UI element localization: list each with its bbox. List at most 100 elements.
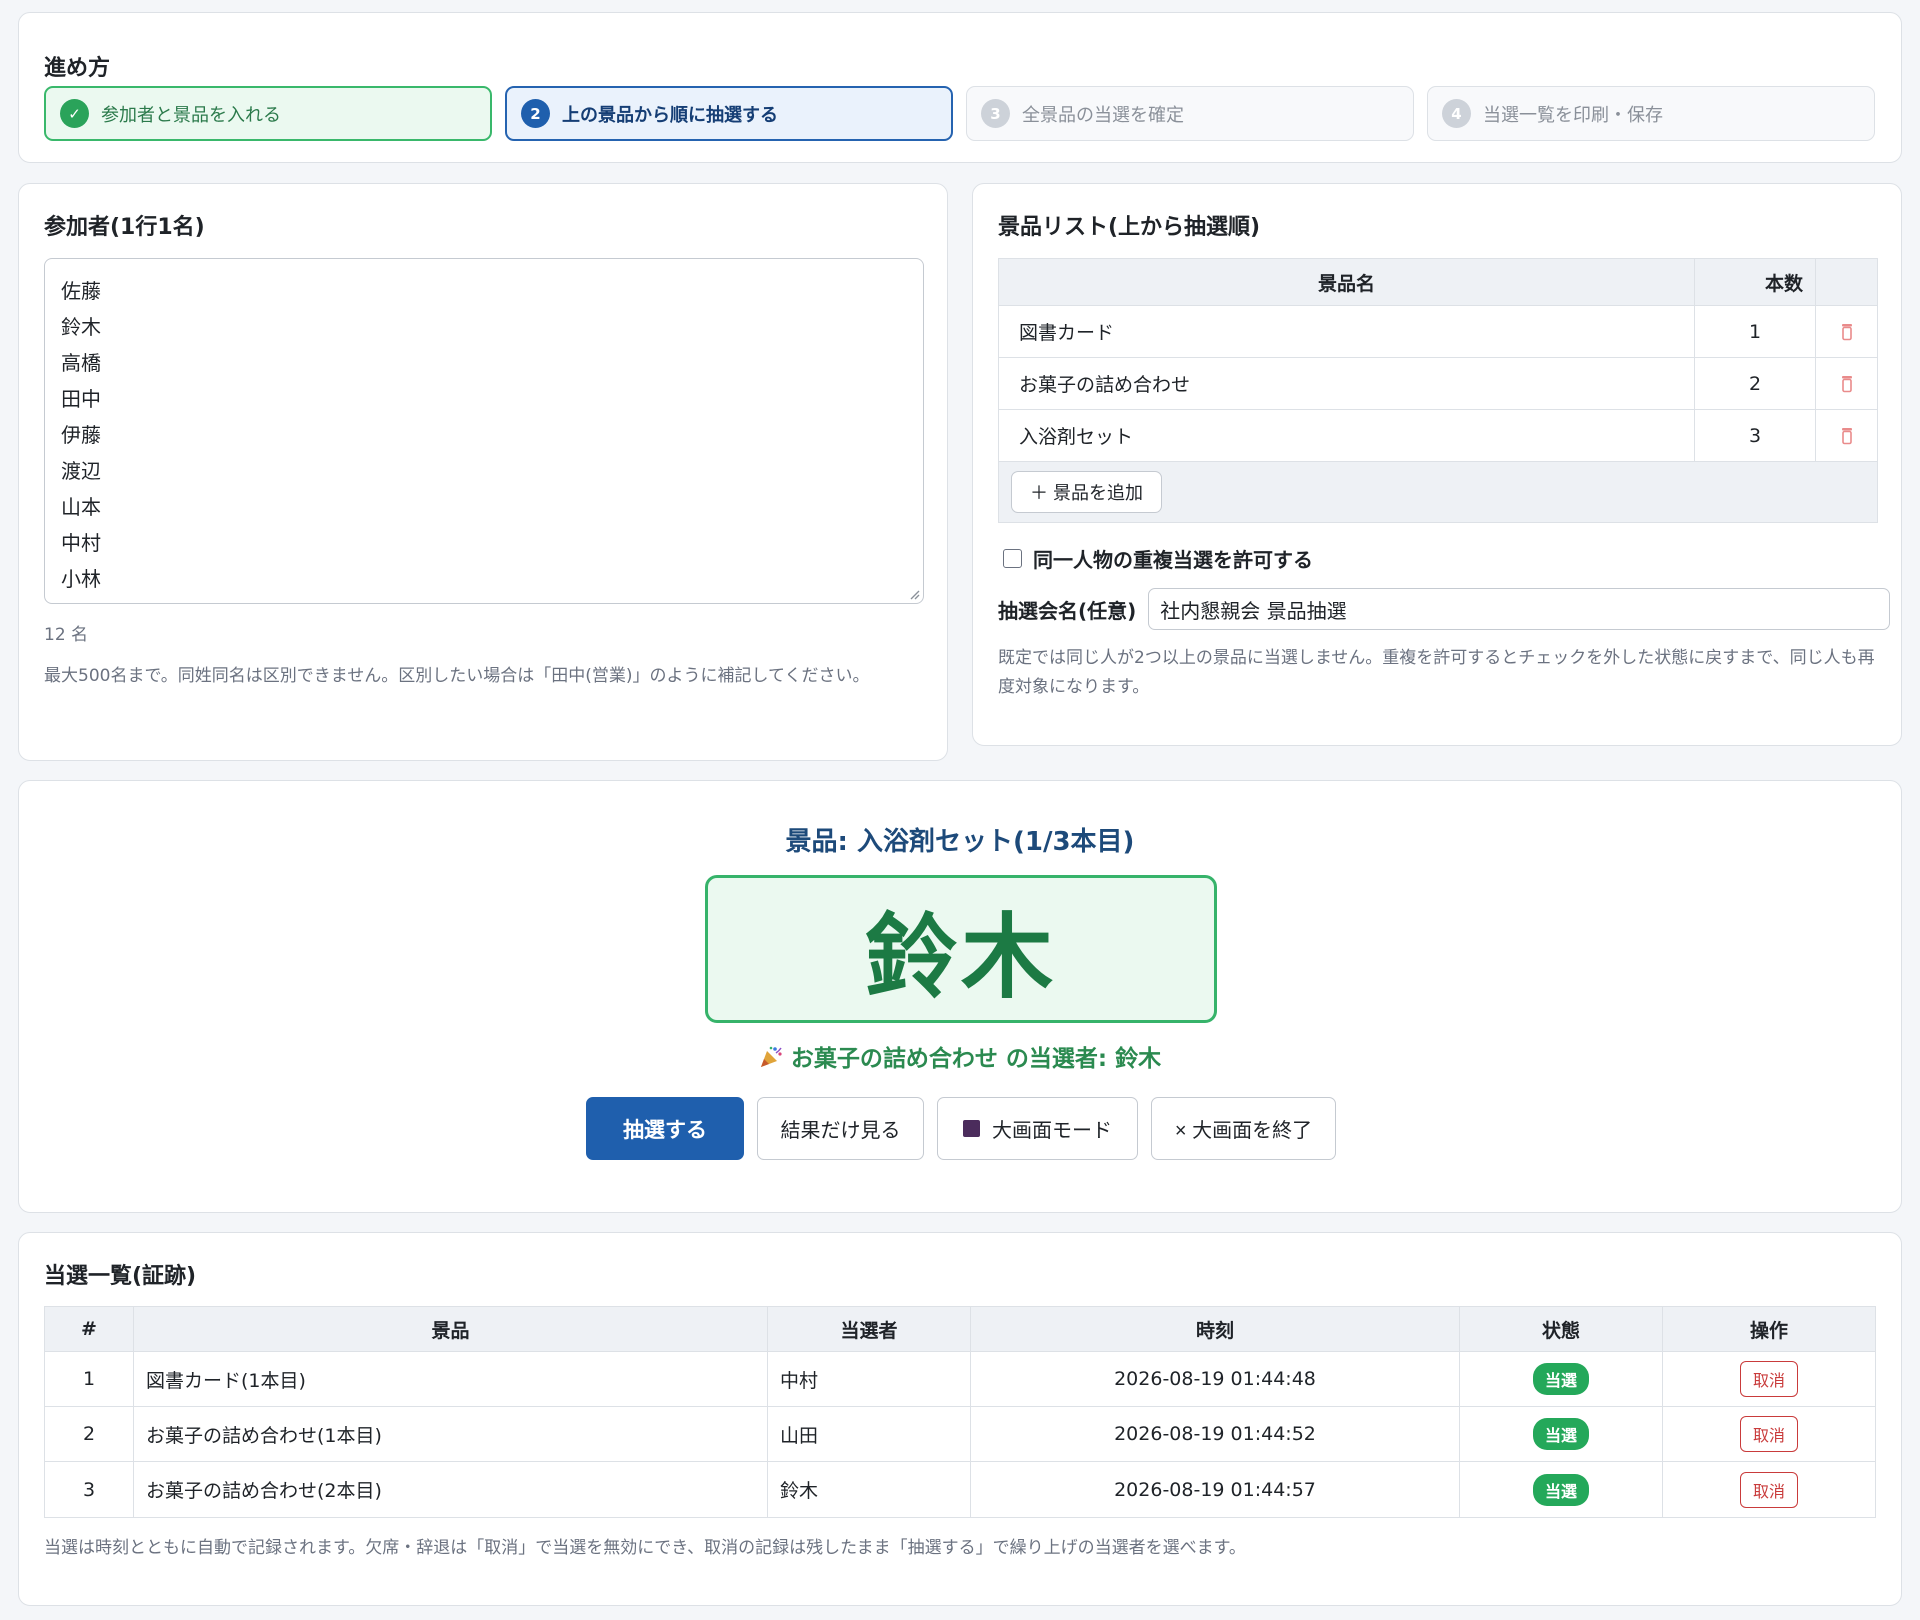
row-winner: 中村 (768, 1352, 971, 1406)
participants-hint: 最大500名まで。同姓同名は区別できません。区別したい場合は「田中(営業)」のよ… (44, 666, 870, 686)
status-badge: 当選 (1532, 1363, 1589, 1395)
steps-title: 進め方 (44, 56, 111, 81)
results-card: 当選一覧(証跡) # 景品 当選者 時刻 状態 操作 1 図書カード(1本目) … (18, 1232, 1902, 1606)
participant-line: 中村 (61, 531, 101, 555)
fullscreen-icon (963, 1120, 980, 1137)
prize-table: 景品名 本数 図書カード 1 お菓子の詰め合わせ 2 入浴剤セット 3 ＋ 景品… (998, 258, 1878, 523)
fullscreen-button-label: 大画面モード (992, 1120, 1112, 1142)
row-prize: 図書カード(1本目) (134, 1352, 768, 1406)
prize-row: お菓子の詰め合わせ 2 (999, 358, 1877, 410)
draw-card: 景品: 入浴剤セット(1/3本目) 鈴木 お菓子の詰め合わせ の当選者: 鈴木 … (18, 780, 1902, 1213)
row-prize: お菓子の詰め合わせ(1本目) (134, 1407, 768, 1461)
row-winner: 山田 (768, 1407, 971, 1461)
prize-qty-input[interactable]: 3 (1695, 410, 1816, 461)
step-4[interactable]: 4 当選一覧を印刷・保存 (1427, 86, 1875, 141)
prize-qty-input[interactable]: 2 (1695, 358, 1816, 409)
event-name-input[interactable]: 社内懇親会 景品抽選 (1148, 588, 1891, 630)
prize-name-input[interactable]: 図書カード (999, 306, 1695, 357)
col-time: 時刻 (971, 1307, 1460, 1351)
fullscreen-button[interactable]: 大画面モード (937, 1097, 1138, 1160)
participant-line: 小林 (61, 567, 101, 591)
allow-duplicate-row[interactable]: 同一人物の重複当選を許可する (1003, 544, 1313, 573)
prize-row: 入浴剤セット 3 (999, 410, 1877, 462)
step-number: 4 (1442, 99, 1471, 128)
show-result-button[interactable]: 結果だけ見る (757, 1097, 924, 1160)
prizes-title: 景品リスト(上から抽選順) (998, 215, 1261, 240)
step-number: 2 (521, 99, 550, 128)
winner-display: 鈴木 (705, 875, 1217, 1023)
row-index: 2 (45, 1407, 134, 1461)
event-name-row: 抽選会名(任意) 社内懇親会 景品抽選 (998, 588, 1891, 630)
prize-name-input[interactable]: お菓子の詰め合わせ (999, 358, 1695, 409)
results-title: 当選一覧(証跡) (44, 1264, 197, 1289)
col-prize-qty: 本数 (1695, 259, 1816, 305)
allow-duplicate-label: 同一人物の重複当選を許可する (1033, 548, 1313, 572)
trash-icon[interactable] (1841, 427, 1853, 445)
prize-table-header: 景品名 本数 (999, 259, 1877, 306)
prizes-card: 景品リスト(上から抽選順) 景品名 本数 図書カード 1 お菓子の詰め合わせ 2… (972, 183, 1902, 746)
row-index: 1 (45, 1352, 134, 1406)
participant-line: 山本 (61, 495, 101, 519)
row-prize: お菓子の詰め合わせ(2本目) (134, 1462, 768, 1517)
results-table: # 景品 当選者 時刻 状態 操作 1 図書カード(1本目) 中村 2026-0… (44, 1306, 1876, 1518)
step-label: 上の景品から順に抽選する (562, 104, 778, 126)
steps-card: 進め方 ✓ 参加者と景品を入れる 2 上の景品から順に抽選する 3 全景品の当選… (18, 12, 1902, 163)
draw-button[interactable]: 抽選する (586, 1097, 744, 1160)
results-hint: 当選は時刻とともに自動で記録されます。欠席・辞退は「取消」で当選を無効にでき、取… (44, 1538, 1246, 1558)
participant-line: 渡辺 (61, 459, 101, 483)
col-prize: 景品 (134, 1307, 768, 1351)
step-1[interactable]: ✓ 参加者と景品を入れる (44, 86, 492, 141)
winner-message: お菓子の詰め合わせ の当選者: 鈴木 (19, 1039, 1901, 1073)
add-prize-button[interactable]: ＋ 景品を追加 (1011, 471, 1163, 513)
cancel-button[interactable]: 取消 (1739, 1416, 1798, 1452)
participant-line: 伊藤 (61, 423, 101, 447)
trash-icon[interactable] (1841, 323, 1853, 341)
event-name-label: 抽選会名(任意) (998, 598, 1137, 623)
cancel-button[interactable]: 取消 (1739, 1361, 1798, 1397)
current-prize-title: 景品: 入浴剤セット(1/3本目) (785, 827, 1135, 857)
table-row: 3 お菓子の詰め合わせ(2本目) 鈴木 2026-08-19 01:44:57 … (45, 1462, 1875, 1517)
results-table-header: # 景品 当選者 時刻 状態 操作 (45, 1307, 1875, 1352)
trash-icon[interactable] (1841, 375, 1853, 393)
participant-count: 12 名 (44, 625, 89, 645)
participant-line: 鈴木 (61, 315, 101, 339)
step-label: 当選一覧を印刷・保存 (1483, 104, 1663, 126)
participant-line: 田中 (61, 387, 101, 411)
participants-textarea[interactable]: 佐藤 鈴木 高橋 田中 伊藤 渡辺 山本 中村 小林 (44, 258, 924, 604)
prize-row: 図書カード 1 (999, 306, 1877, 358)
row-time: 2026-08-19 01:44:48 (971, 1352, 1460, 1406)
allow-duplicate-checkbox[interactable] (1003, 549, 1022, 568)
col-status: 状態 (1460, 1307, 1663, 1351)
prizes-hint: 既定では同じ人が2つ以上の景品に当選しません。重複を許可するとチェックを外した状… (998, 648, 1875, 697)
check-icon: ✓ (60, 99, 89, 128)
col-delete (1816, 259, 1877, 305)
table-row: 2 お菓子の詰め合わせ(1本目) 山田 2026-08-19 01:44:52 … (45, 1407, 1875, 1462)
col-index: # (45, 1307, 134, 1351)
row-time: 2026-08-19 01:44:52 (971, 1407, 1460, 1461)
status-badge: 当選 (1532, 1418, 1589, 1450)
participant-line: 高橋 (61, 351, 101, 375)
step-label: 全景品の当選を確定 (1022, 104, 1184, 126)
col-action: 操作 (1749, 1319, 1788, 1342)
row-time: 2026-08-19 01:44:57 (971, 1462, 1460, 1517)
exit-fullscreen-button[interactable]: × 大画面を終了 (1151, 1097, 1336, 1160)
participants-title: 参加者(1行1名) (44, 215, 205, 240)
row-winner: 鈴木 (768, 1462, 971, 1517)
prize-name-input[interactable]: 入浴剤セット (999, 410, 1695, 461)
draw-actions: 抽選する 結果だけ見る 大画面モード × 大画面を終了 (586, 1097, 1336, 1160)
step-3[interactable]: 3 全景品の当選を確定 (966, 86, 1414, 141)
prize-add-row: ＋ 景品を追加 (999, 462, 1877, 522)
resize-grip-icon[interactable] (908, 588, 920, 600)
steps-bar: ✓ 参加者と景品を入れる 2 上の景品から順に抽選する 3 全景品の当選を確定 … (44, 86, 1875, 141)
table-row: 1 図書カード(1本目) 中村 2026-08-19 01:44:48 当選 取… (45, 1352, 1875, 1407)
prize-qty-input[interactable]: 1 (1695, 306, 1816, 357)
step-2[interactable]: 2 上の景品から順に抽選する (505, 86, 953, 141)
party-popper-icon (760, 1046, 782, 1067)
status-badge: 当選 (1532, 1473, 1589, 1506)
col-winner: 当選者 (768, 1307, 971, 1351)
cancel-button[interactable]: 取消 (1739, 1471, 1798, 1508)
row-index: 3 (45, 1462, 134, 1517)
step-number: 3 (981, 99, 1010, 128)
col-prize-name: 景品名 (999, 259, 1695, 305)
step-label: 参加者と景品を入れる (101, 104, 281, 126)
